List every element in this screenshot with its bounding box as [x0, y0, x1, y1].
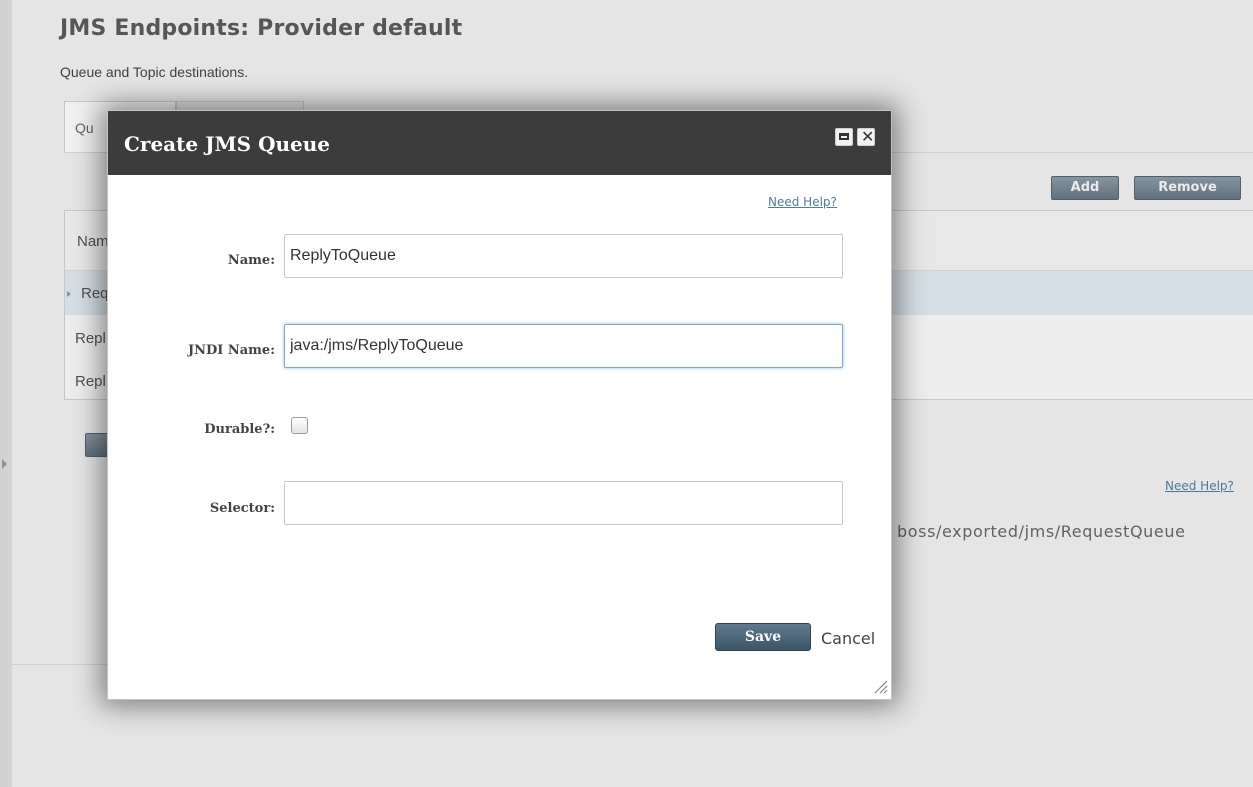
jndi-name-label: JNDI Name: [187, 343, 275, 358]
durable-label: Durable?: [204, 422, 275, 437]
need-help-link[interactable]: Need Help? [768, 195, 837, 209]
selector-label: Selector: [209, 501, 275, 516]
create-jms-queue-dialog: Create JMS Queue ✕ Need Help? Name: JNDI… [107, 110, 892, 700]
save-button[interactable]: Save [715, 623, 811, 651]
close-icon[interactable]: ✕ [857, 127, 875, 146]
dialog-header[interactable]: Create JMS Queue ✕ [108, 111, 891, 175]
minimize-icon[interactable] [835, 128, 853, 146]
name-input[interactable] [284, 234, 843, 278]
cancel-button[interactable]: Cancel [821, 629, 875, 648]
jndi-name-input[interactable] [284, 324, 843, 368]
durable-checkbox[interactable] [291, 417, 308, 434]
resize-grip-icon[interactable] [871, 677, 889, 695]
dialog-title: Create JMS Queue [124, 132, 331, 156]
selector-input[interactable] [284, 481, 843, 525]
name-label: Name: [227, 253, 275, 268]
